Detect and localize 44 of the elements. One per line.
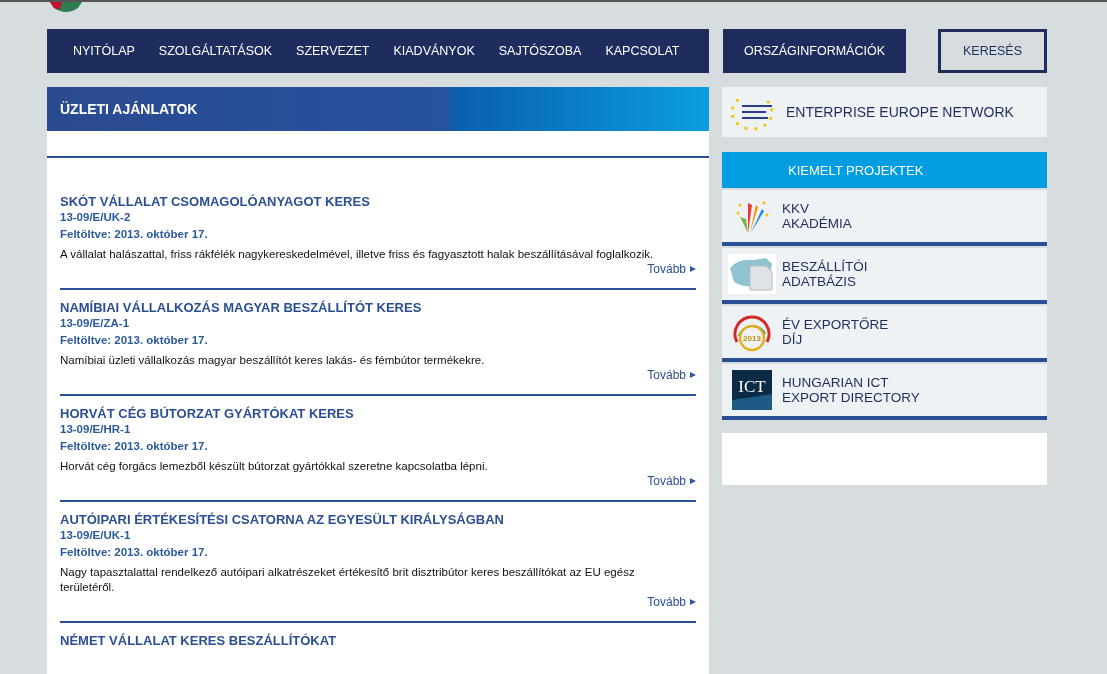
project-link[interactable]: BESZÁLLÍTÓI ADATBÁZIS	[722, 248, 1047, 304]
offer-date: Feltöltve: 2013. október 17.	[60, 334, 209, 346]
offer-code: 13-09/E/UK-2	[60, 211, 132, 223]
project-link[interactable]: 2013 ÉV EXPORTŐRE DÍJ	[722, 306, 1047, 362]
offer-date: Feltöltve: 2013. október 17.	[60, 546, 209, 558]
nav-link[interactable]: NYITÓLAP	[61, 44, 147, 58]
offer-title[interactable]: NÉMET VÁLLALAT KERES BESZÁLLÍTÓKAT	[60, 633, 696, 648]
offer-description: Namíbiai üzleti vállalkozás magyar beszállítót keres lakás- és fémbútor termékekre.	[60, 353, 486, 368]
offer-title[interactable]: AUTÓIPARI ÉRTÉKESÍTÉSI CSATORNA AZ EGYESÜLT KIRÁLYSÁGBAN	[60, 512, 696, 527]
offer-title[interactable]: NAMÍBIAI VÁLLALKOZÁS MAGYAR BESZÁLLÍTÓT KERES	[60, 300, 696, 315]
more-link[interactable]: Tovább	[647, 368, 696, 382]
offer-description: Horvát cég forgács lemezből készült bútorzat gyártókkal szeretne kapcsolatba lépni.	[60, 459, 489, 474]
offer-code: 13-09/E/ZA-1	[60, 317, 131, 329]
project-link[interactable]: KKV AKADÉMIA	[722, 190, 1047, 246]
triangle-icon	[690, 599, 696, 605]
offer-title[interactable]: HORVÁT CÉG BÚTORZAT GYÁRTÓKAT KERES	[60, 406, 696, 421]
triangle-icon	[690, 266, 696, 272]
country-info-button[interactable]: ORSZÁGINFORMÁCIÓK	[723, 29, 906, 73]
nav-link[interactable]: KAPCSOLAT	[593, 44, 692, 58]
network-link[interactable]: ENTERPRISE EUROPE NETWORK	[722, 87, 1047, 137]
nav-link[interactable]: KIADVÁNYOK	[381, 44, 487, 58]
offer-date: Feltöltve: 2013. október 17.	[60, 228, 209, 240]
offer-description: Nagy tapasztalattal rendelkező autóipari alkatrészeket értékesítő brit disztribútor keres beszállítókat az EU egész területéről.	[60, 565, 636, 595]
more-link[interactable]: Tovább	[647, 595, 696, 609]
triangle-icon	[690, 372, 696, 378]
nav-link[interactable]: SAJTÓSZOBA	[486, 44, 594, 58]
search-button[interactable]: KERESÉS	[938, 29, 1047, 73]
award-badge: 2013	[731, 312, 773, 352]
project-link[interactable]: ICT HUNGARIAN ICT EXPORT DIRECTORY	[722, 364, 1047, 420]
triangle-icon	[690, 478, 696, 484]
offer-code: 13-09/E/UK-1	[60, 529, 132, 541]
map-document-icon	[728, 254, 776, 294]
logo-icon[interactable]	[50, 2, 82, 12]
offer-title[interactable]: SKÓT VÁLLALAT CSOMAGOLÓANYAGOT KERES	[60, 194, 696, 209]
nav-link[interactable]: SZERVEZET	[284, 44, 382, 58]
offer-code: 13-09/E/HR-1	[60, 423, 132, 435]
nav-link[interactable]: SZOLGÁLTATÁSOK	[146, 44, 285, 58]
offer-description: A vállalat halászattal, friss rákfélék nagykereskedelmével, illetve friss és fagyasztott halak beszállításával foglalkozik.	[60, 247, 655, 262]
more-link[interactable]: Tovább	[647, 262, 696, 276]
offer-date: Feltöltve: 2013. október 17.	[60, 440, 209, 452]
projects-title: KIEMELT PROJEKTEK	[788, 162, 924, 178]
ict-badge: ICT	[732, 370, 772, 410]
more-link[interactable]: Tovább	[647, 474, 696, 488]
section-title: ÜZLETI AJÁNLATOK	[60, 101, 198, 117]
